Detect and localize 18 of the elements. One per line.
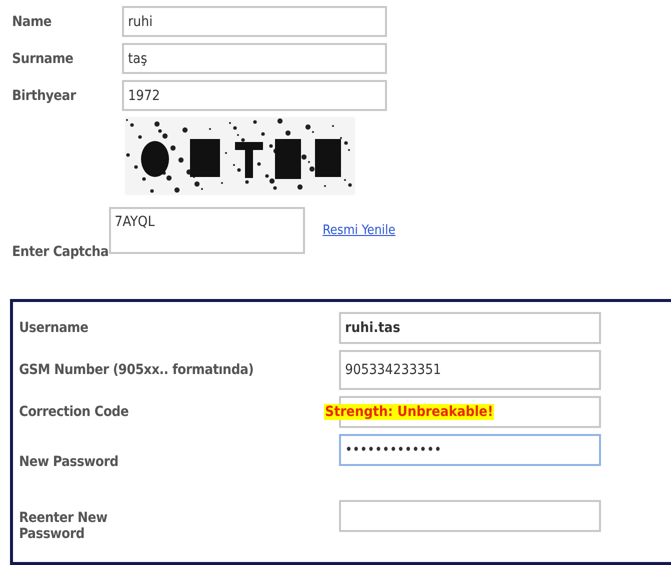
field-label: New Password: [19, 454, 120, 470]
text-field[interactable]: 905334233351: [339, 350, 601, 390]
field-label: Enter Captcha: [12, 244, 109, 260]
field-label: Username: [19, 320, 90, 336]
text-field[interactable]: ruhi: [122, 6, 387, 37]
text-field[interactable]: 1972: [122, 80, 387, 111]
field-label: Birthyear: [12, 88, 78, 104]
field-label: GSM Number (905xx.. formatında): [19, 362, 255, 378]
field-label: Name: [12, 14, 53, 30]
password-field[interactable]: •••••••••••••: [339, 434, 601, 466]
captcha-field[interactable]: 7AYQL: [108, 207, 305, 254]
text-field[interactable]: [339, 500, 601, 532]
text-field[interactable]: ruhi.tas: [339, 312, 601, 344]
text-field[interactable]: taş: [122, 43, 387, 74]
refresh-link[interactable]: Resmi Yenile: [322, 223, 396, 238]
field-label: Reenter New Password: [19, 510, 108, 542]
strength-badge: Strength: Unbreakable!: [324, 404, 494, 420]
field-label: Surname: [12, 50, 74, 66]
